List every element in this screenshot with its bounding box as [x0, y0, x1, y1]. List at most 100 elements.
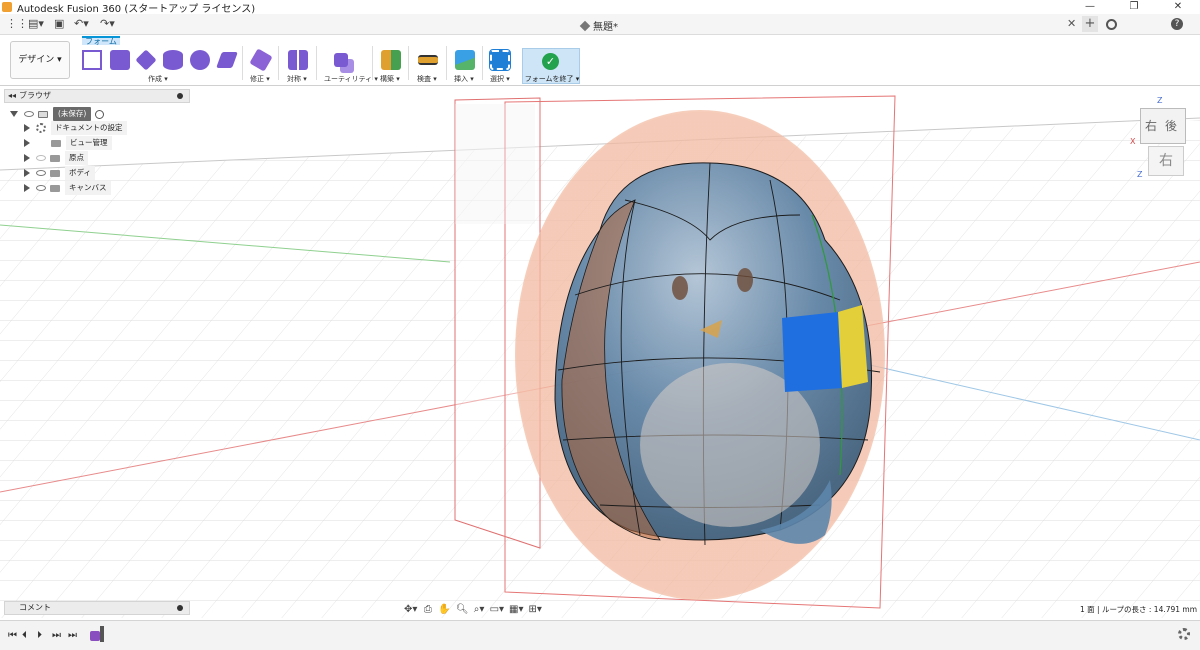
- insert-image-icon[interactable]: [455, 50, 475, 70]
- group-construct[interactable]: 構築 ▾: [380, 74, 400, 84]
- maximize-button[interactable]: ❐: [1112, 0, 1156, 14]
- utility-icon[interactable]: [334, 53, 348, 67]
- zoom-icon[interactable]: 🔍︎: [456, 604, 469, 615]
- selected-face-blue: [782, 312, 842, 392]
- quadball-icon[interactable]: [216, 52, 238, 68]
- expand-arrow-icon[interactable]: [24, 124, 30, 132]
- group-symmetry[interactable]: 対称 ▾: [287, 74, 307, 84]
- comments-label: コメント: [19, 603, 51, 612]
- group-select[interactable]: 選択 ▾: [490, 74, 510, 84]
- tab-form[interactable]: フォーム: [82, 36, 120, 46]
- tree-item-label: ビュー管理: [66, 136, 112, 150]
- expand-arrow-icon[interactable]: [24, 184, 30, 192]
- group-create[interactable]: 作成 ▾: [148, 74, 168, 84]
- select-icon[interactable]: [489, 49, 511, 71]
- visibility-eye-icon[interactable]: [36, 185, 46, 191]
- help-icon[interactable]: ?: [1171, 18, 1183, 30]
- viewports-icon[interactable]: ⊞▾: [529, 604, 542, 615]
- app-bar: ⋮⋮ ▤▾ ▣ ↶▾ ↷▾ 無題* ✕ + ?: [0, 14, 1200, 35]
- folder-icon: [50, 184, 60, 192]
- tree-item-label: ボディ: [65, 166, 95, 180]
- play-icon[interactable]: ⏵: [37, 630, 42, 641]
- browser-root-row[interactable]: (未保存): [10, 107, 105, 121]
- create-sketch-form-icon[interactable]: [82, 50, 102, 70]
- separator: [316, 46, 317, 80]
- browser-panel-header[interactable]: ◂◂ ブラウザ: [4, 89, 190, 103]
- browser-item-named-views[interactable]: ビュー管理: [24, 136, 112, 150]
- group-insert[interactable]: 挿入 ▾: [454, 74, 474, 84]
- expand-arrow-icon[interactable]: [24, 154, 30, 162]
- comments-panel[interactable]: コメント: [4, 601, 190, 615]
- visibility-eye-icon[interactable]: [24, 111, 34, 117]
- file-menu-icon[interactable]: ▤▾: [28, 17, 44, 31]
- fit-icon[interactable]: ⌕▾: [474, 604, 485, 615]
- group-modify[interactable]: 修正 ▾: [250, 74, 270, 84]
- go-to-start-icon[interactable]: ⏮: [8, 630, 17, 641]
- folder-icon: [50, 169, 60, 177]
- grid-apps-icon[interactable]: ⋮⋮: [6, 17, 28, 31]
- viewcube-face-back[interactable]: 後: [1165, 117, 1177, 134]
- timeline-settings-gear-icon[interactable]: [1178, 628, 1190, 640]
- save-icon[interactable]: ▣: [54, 17, 64, 31]
- box-icon[interactable]: [110, 50, 130, 70]
- component-icon: [38, 110, 48, 118]
- step-forward-icon[interactable]: ⏭: [52, 630, 61, 641]
- step-back-icon[interactable]: ⏴: [22, 630, 27, 641]
- close-button[interactable]: ✕: [1156, 0, 1200, 14]
- orbit-icon[interactable]: ✥▾: [404, 604, 417, 615]
- activate-radio-icon[interactable]: [95, 109, 105, 119]
- browser-item-bodies[interactable]: ボディ: [24, 166, 95, 180]
- selection-status: 1 面 | ループの長さ : 14.791 mm: [1080, 605, 1198, 614]
- sphere-icon[interactable]: [190, 50, 210, 70]
- root-component-label: (未保存): [53, 107, 92, 121]
- edit-form-icon[interactable]: [249, 48, 273, 72]
- close-tab-icon[interactable]: ✕: [1067, 17, 1076, 30]
- expand-arrow-icon[interactable]: [10, 111, 18, 117]
- redo-icon[interactable]: ↷▾: [100, 17, 115, 31]
- measure-icon[interactable]: [418, 55, 438, 65]
- pan-icon[interactable]: ✋: [438, 604, 450, 615]
- x-axis-label: X: [1130, 137, 1136, 146]
- panel-options-icon[interactable]: [177, 93, 183, 99]
- document-tab[interactable]: 無題*: [579, 18, 618, 33]
- z-axis-label-lower: Z: [1137, 170, 1143, 179]
- go-to-end-icon[interactable]: ⏭: [68, 630, 77, 641]
- group-utility[interactable]: ユーティリティ ▾: [324, 74, 378, 84]
- browser-item-document-settings[interactable]: ドキュメントの設定: [24, 121, 127, 135]
- workspace-switcher[interactable]: デザイン ▾: [10, 41, 70, 79]
- job-status-icon[interactable]: [1106, 19, 1117, 30]
- visibility-eye-icon[interactable]: [36, 170, 46, 176]
- folder-icon: [51, 139, 61, 147]
- separator: [372, 46, 373, 80]
- tree-item-label: ドキュメントの設定: [51, 121, 127, 135]
- title-bar: Autodesk Fusion 360 (スタートアップ ライセンス) — ❐ …: [0, 0, 1200, 15]
- group-inspect[interactable]: 検査 ▾: [417, 74, 437, 84]
- separator: [278, 46, 279, 80]
- view-cube-lower-face[interactable]: 右: [1148, 146, 1184, 176]
- visibility-eye-icon[interactable]: [36, 155, 46, 161]
- panel-options-icon[interactable]: [177, 605, 183, 611]
- browser-item-origin[interactable]: 原点: [24, 151, 88, 165]
- look-at-icon[interactable]: ⎙: [422, 604, 433, 615]
- symmetry-icon[interactable]: [288, 50, 308, 70]
- cylinder-icon[interactable]: [163, 50, 183, 70]
- expand-arrow-icon[interactable]: [24, 169, 30, 177]
- new-tab-button[interactable]: +: [1082, 16, 1098, 32]
- browser-item-canvases[interactable]: キャンバス: [24, 181, 111, 195]
- canvas-viewport[interactable]: [0, 87, 1200, 618]
- viewcube-face-right[interactable]: 右: [1145, 117, 1157, 134]
- window-controls: — ❐ ✕: [1068, 0, 1200, 14]
- ghost-panel: [455, 104, 535, 224]
- undo-icon[interactable]: ↶▾: [74, 17, 89, 31]
- display-settings-icon[interactable]: ▭▾: [490, 604, 504, 615]
- expand-arrow-icon[interactable]: [24, 139, 30, 147]
- form-feature-icon[interactable]: [90, 631, 100, 641]
- plane-icon[interactable]: [135, 49, 157, 71]
- construct-plane-icon[interactable]: [381, 50, 401, 70]
- finish-form-button[interactable]: ✓ フォームを終了 ▾: [522, 48, 580, 84]
- grid-settings-icon[interactable]: ▦▾: [509, 604, 523, 615]
- minimize-button[interactable]: —: [1068, 0, 1112, 14]
- view-cube[interactable]: 右 後: [1140, 108, 1186, 144]
- collapse-arrow-icon[interactable]: ◂◂: [8, 90, 16, 102]
- timeline-marker[interactable]: [100, 626, 104, 642]
